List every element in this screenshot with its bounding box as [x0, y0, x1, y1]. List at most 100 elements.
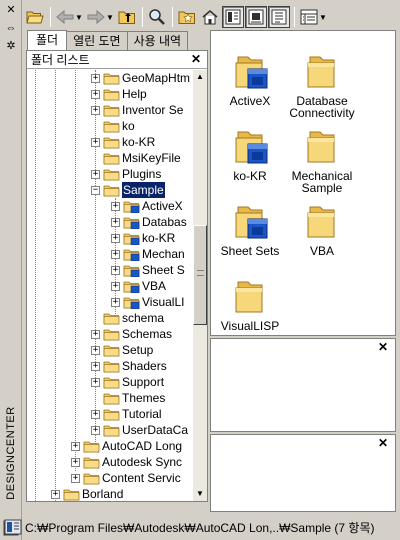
tree-item-label: Databas [142, 215, 187, 229]
folder-icon [103, 183, 120, 197]
tree-item[interactable]: + VisualLI [111, 294, 184, 310]
tree-item[interactable]: + Databas [111, 214, 187, 230]
expand-icon[interactable]: + [111, 233, 120, 243]
tree-item[interactable]: + Schemas [91, 326, 172, 342]
back-arrow-icon[interactable] [54, 6, 76, 28]
tree-item-label: Content Servic [102, 471, 181, 485]
tree-item[interactable]: Themes [103, 390, 165, 406]
expand-icon[interactable]: + [111, 217, 120, 227]
preview-toggle-icon[interactable] [245, 6, 267, 28]
tree-item[interactable]: MsiKeyFile [103, 150, 181, 166]
collapse-icon[interactable]: − [91, 185, 100, 195]
forward-dropdown-icon[interactable]: ▼ [106, 13, 114, 22]
tree-item[interactable]: + VBA [111, 278, 166, 294]
close-palette-icon[interactable]: ✕ [4, 4, 18, 16]
expand-icon[interactable]: + [111, 281, 120, 291]
palette-title-bar[interactable]: ✕ ⇔ ✲ DESIGNCENTER [0, 0, 22, 540]
content-area[interactable]: ActiveX Database Connectivity ko-KR Mech… [210, 30, 396, 336]
folder-icon [230, 276, 270, 316]
expand-icon[interactable]: + [51, 489, 60, 499]
expand-icon[interactable]: + [91, 425, 100, 435]
tree-item[interactable]: + Tutorial [91, 406, 162, 422]
folder-icon [103, 135, 120, 149]
close-preview-icon[interactable]: ✕ [377, 341, 389, 353]
close-icon[interactable]: ✕ [191, 53, 203, 65]
content-item-folder[interactable]: Mechanical Sample [277, 126, 367, 194]
tree-item[interactable]: + Content Servic [71, 470, 181, 486]
tree-item-label: AutoCAD Long [102, 439, 183, 453]
tab-open-drawings[interactable]: 열린 도면 [66, 31, 128, 50]
expand-icon[interactable]: + [91, 137, 100, 147]
tree-header: 폴더 리스트 ✕ [27, 51, 207, 69]
tree-item-label: Borland [82, 487, 124, 501]
home-icon[interactable] [199, 6, 221, 28]
expand-icon[interactable]: + [111, 297, 120, 307]
expand-icon[interactable]: + [91, 409, 100, 419]
folder-icon [123, 215, 140, 229]
open-folder-icon[interactable] [24, 6, 46, 28]
folder-icon [302, 51, 342, 91]
expand-icon[interactable]: + [91, 105, 100, 115]
content-item-folder[interactable]: VBA [277, 201, 367, 257]
expand-icon[interactable]: + [91, 329, 100, 339]
tree-item[interactable]: schema [103, 310, 164, 326]
tree-item[interactable]: + Support [91, 374, 164, 390]
back-dropdown-icon[interactable]: ▼ [75, 13, 83, 22]
tab-history[interactable]: 사용 내역 [126, 31, 189, 50]
content-item-folder[interactable]: Database Connectivity [277, 51, 367, 119]
tree-item[interactable]: + Mechan [111, 246, 185, 262]
tree-item[interactable]: + ActiveX [111, 198, 183, 214]
expand-icon[interactable]: + [71, 473, 80, 483]
tree-item[interactable]: + ko-KR [91, 134, 155, 150]
expand-icon[interactable]: + [91, 377, 100, 387]
tree-view-toggle-icon[interactable] [222, 6, 244, 28]
forward-arrow-icon[interactable] [85, 6, 107, 28]
favorites-icon[interactable] [176, 6, 198, 28]
expand-icon[interactable]: + [111, 201, 120, 211]
search-icon[interactable] [146, 6, 168, 28]
tree-item[interactable]: + Setup [91, 342, 153, 358]
tree-item-label: Support [122, 375, 165, 389]
tree-item[interactable]: + Inventor Se [91, 102, 183, 118]
status-bar: C:₩Program Files₩Autodesk₩AutoCAD Lon,..… [0, 516, 400, 538]
description-toggle-icon[interactable] [268, 6, 290, 28]
tree-item[interactable]: + AutoCAD Long [71, 438, 182, 454]
tree-item[interactable]: + UserDataCa [91, 422, 188, 438]
folder-icon [83, 439, 100, 453]
expand-icon[interactable]: + [71, 441, 80, 451]
expand-icon[interactable]: + [91, 89, 100, 99]
tree-item-selected[interactable]: − Sample [91, 182, 165, 198]
scroll-down-icon[interactable]: ▼ [193, 487, 207, 501]
properties-icon[interactable]: ✲ [4, 40, 18, 52]
content-item-label: VisualLISP [220, 319, 280, 333]
close-description-icon[interactable]: ✕ [377, 437, 389, 449]
autohide-icon[interactable]: ⇔ [4, 22, 18, 34]
tree-item[interactable]: + Sheet S [111, 262, 185, 278]
tree-item[interactable]: + Shaders [91, 358, 167, 374]
expand-icon[interactable]: + [71, 457, 80, 467]
tree-item[interactable]: + Borland [51, 486, 123, 501]
folder-tree[interactable]: + GeoMapHtm + Help + Inventor Se ko + ko-KR … [27, 70, 193, 501]
tree-item[interactable]: + ko-KR [111, 230, 175, 246]
expand-icon[interactable]: + [91, 169, 100, 179]
tree-item[interactable]: + Autodesk Sync [71, 454, 182, 470]
tree-item[interactable]: + GeoMapHtm [91, 70, 190, 86]
up-level-icon[interactable] [116, 6, 138, 28]
expand-icon[interactable]: + [111, 265, 120, 275]
folder-icon [103, 407, 120, 421]
views-dropdown-icon[interactable]: ▼ [319, 13, 327, 22]
content-item-folder[interactable]: VisualLISP [205, 276, 295, 332]
tree-item[interactable]: ko [103, 118, 135, 134]
tree-item[interactable]: + Help [91, 86, 147, 102]
folder-icon [103, 359, 120, 373]
expand-icon[interactable]: + [91, 345, 100, 355]
tree-item[interactable]: + Plugins [91, 166, 161, 182]
views-icon[interactable] [298, 6, 320, 28]
expand-icon[interactable]: + [111, 249, 120, 259]
folder-icon [83, 455, 100, 469]
folder-tree-panel: 폴더 리스트 ✕ + GeoMapHtm + Help + Inventor Se k… [26, 50, 208, 502]
tab-folders[interactable]: 폴더 [27, 30, 68, 50]
expand-icon[interactable]: + [91, 361, 100, 371]
expand-icon[interactable]: + [91, 73, 100, 83]
tree-item-label: Help [122, 87, 147, 101]
